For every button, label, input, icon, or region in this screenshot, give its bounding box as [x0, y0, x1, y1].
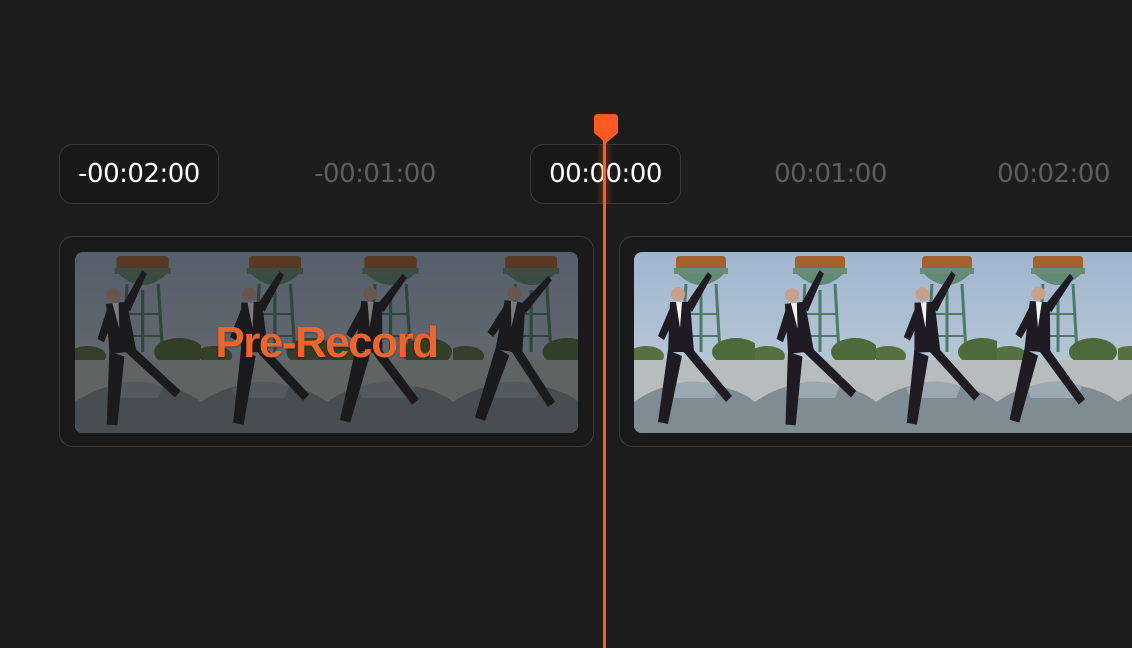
tick-label-plus-1m: 00:01:00 [774, 159, 887, 189]
video-frame-thumbnail [997, 252, 1118, 433]
video-frame-thumbnail [634, 252, 755, 433]
recording-filmstrip [634, 252, 1132, 433]
tick-label-minus-1m: -00:01:00 [314, 159, 436, 189]
recording-clip[interactable] [619, 236, 1132, 447]
pre-record-clip[interactable]: Pre-Record [59, 236, 594, 447]
tick-label-plus-2m: 00:02:00 [997, 159, 1110, 189]
tick-label-minus-2m[interactable]: -00:02:00 [59, 144, 219, 204]
video-frame-thumbnail [876, 252, 997, 433]
timeline-editor: -00:02:00 -00:01:00 00:00:00 00:01:00 00… [0, 0, 1132, 648]
pre-record-label: Pre-Record [215, 317, 439, 367]
playhead-marker-icon[interactable] [594, 114, 618, 144]
pre-record-filmstrip: Pre-Record [75, 252, 578, 433]
video-frame-thumbnail [755, 252, 876, 433]
playhead-line[interactable] [603, 130, 606, 648]
video-frame-thumbnail [1118, 252, 1132, 433]
